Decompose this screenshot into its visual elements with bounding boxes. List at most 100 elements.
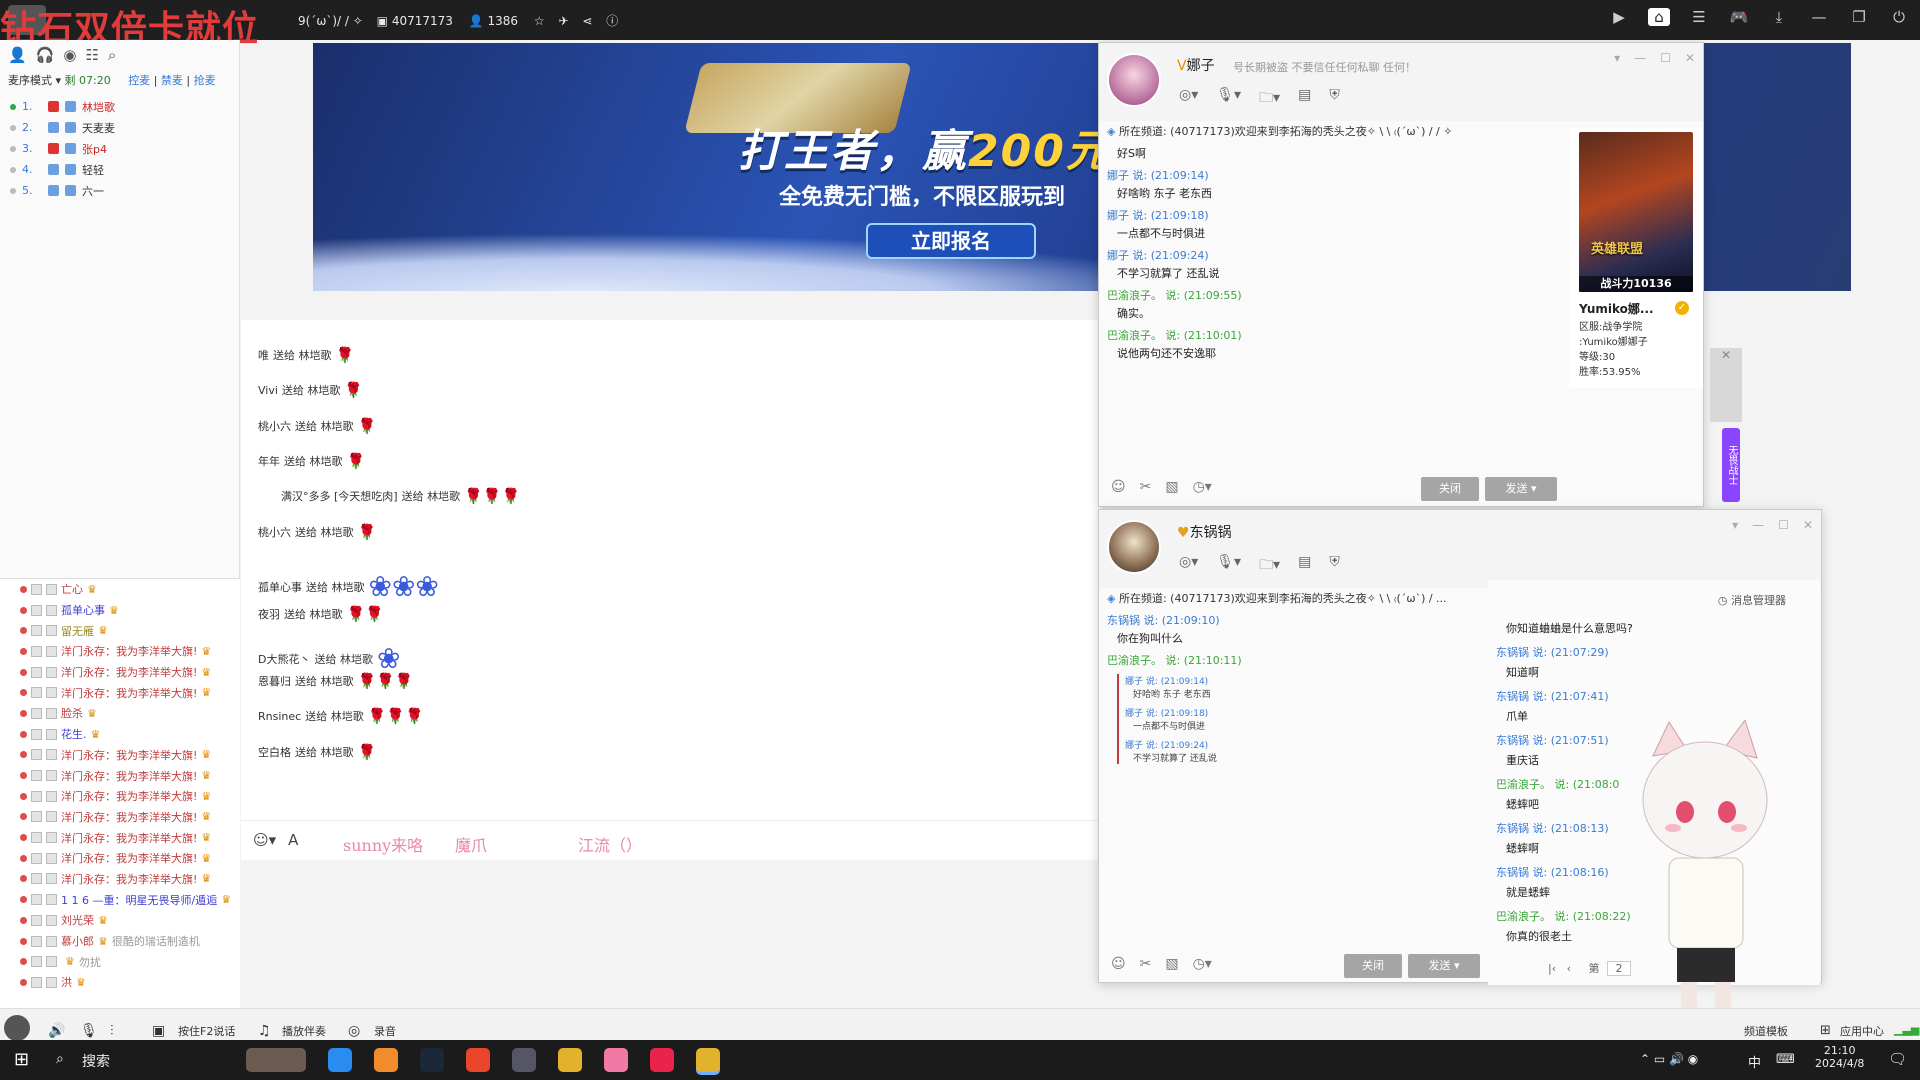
yy-app-icon[interactable] [696,1048,720,1072]
camera-icon[interactable]: ◎▾ [1179,87,1198,111]
search-icon[interactable]: ⌕ [108,46,116,64]
game-card[interactable]: 英雄联盟 战斗力10136 Yumiko娜... ✓ 区服:战争学院 :Yumi… [1569,128,1703,388]
quick-tag-3[interactable]: 江流（） [578,832,642,856]
clock-icon[interactable]: ◷▾ [1193,956,1212,972]
queue-item[interactable]: 5. 六一 [10,180,229,201]
minimize-icon[interactable]: — [1808,8,1830,26]
user-row[interactable]: 1 1 6 —重：明星无畏导师/遁逅 ♛ [0,889,240,910]
user-row[interactable]: 洋门永存：我为李洋举大旗! ♛ [0,745,240,766]
location-icon[interactable]: ◉ [63,46,76,64]
taskbar-search-icon[interactable]: ⌕ [56,1051,64,1067]
keyboard-icon[interactable]: ⌨ [1776,1052,1795,1067]
mic-icon[interactable]: 🎙▾ [1216,554,1241,578]
close-icon[interactable]: ✕ [1685,51,1695,65]
queue-item[interactable]: 1. 林垲歌 [10,96,229,117]
netease-music-icon[interactable] [650,1048,674,1072]
ban-mic-link[interactable]: 禁麦 [161,74,183,87]
user-row[interactable]: 花生. ♛ [0,724,240,745]
headset-icon[interactable]: 🎧 [36,46,55,64]
user-row[interactable]: 刘光荣 ♛ [0,910,240,931]
grab-mic-link[interactable]: 抢麦 [194,74,216,87]
user-row[interactable]: 洋门永存：我为李洋举大旗! ♛ [0,807,240,828]
close-button[interactable]: 关闭 [1344,954,1402,978]
history-header[interactable]: ◷ 消息管理器 [1718,592,1786,608]
send-button[interactable]: 发送 ▾ [1408,954,1480,978]
restore-icon[interactable]: ❐ [1848,8,1870,26]
files-app-icon[interactable] [374,1048,398,1072]
chrome-app-icon[interactable] [466,1048,490,1072]
user-row[interactable]: 洋门永存：我为李洋举大旗! ♛ [0,827,240,848]
card-icon[interactable]: ▤ [1298,87,1311,111]
steam-app-icon[interactable] [420,1048,444,1072]
maximize-icon[interactable]: ☐ [1778,518,1789,532]
minimize-icon[interactable]: — [1634,51,1646,65]
download-icon[interactable]: ⤓ [1768,8,1790,26]
avatar[interactable] [1107,53,1161,107]
user-row[interactable]: ♛ 勿扰 [0,951,240,972]
channel-template-button[interactable]: 频道模板 [1744,1023,1788,1039]
folder-icon[interactable]: 🗀▾ [1259,554,1280,578]
dropdown-icon[interactable]: ▾ [1614,51,1620,65]
user-row[interactable]: 洋门永存：我为李洋举大旗! ♛ [0,662,240,683]
mic-icon[interactable]: 🎙 [80,1023,98,1039]
tool-app-icon[interactable] [512,1048,536,1072]
queue-item[interactable]: 4. 轻轻 [10,159,229,180]
user-row[interactable]: 洪 ♛ [0,972,240,993]
user-row[interactable]: 洋门永存：我为李洋举大旗! ♛ [0,682,240,703]
scissors-icon[interactable]: ✂ [1140,956,1152,972]
emoji-icon[interactable]: ☺ [1111,956,1126,972]
mixer-icon[interactable]: ⫶ [110,1023,114,1039]
side-panel-tab[interactable]: ✕ [1710,348,1742,422]
user-row[interactable]: 孤单心事 ♛ [0,600,240,621]
send-button[interactable]: 发送 ▾ [1485,477,1557,501]
avatar[interactable] [1107,520,1161,574]
home-icon[interactable]: ⌂ [1648,8,1670,26]
card-icon[interactable]: ▤ [1298,554,1311,578]
windows-start-icon[interactable]: ⊞ [14,1049,29,1070]
side-badge[interactable]: 无畏战士 [1722,428,1740,502]
menu-icon[interactable]: ☰ [1688,8,1710,26]
clock-icon[interactable]: ◷▾ [1193,479,1212,495]
mic-icon[interactable]: 🎙▾ [1216,87,1241,111]
record-button[interactable]: 录音 [374,1023,396,1039]
dropdown-icon[interactable]: ▾ [1732,518,1738,532]
minimize-icon[interactable]: — [1752,518,1764,532]
maximize-icon[interactable]: ☐ [1660,51,1671,65]
shield-icon[interactable]: ⛨ [1329,554,1340,578]
plane-icon[interactable]: ✈ [558,14,568,28]
video-icon[interactable]: ▶ [1608,8,1630,26]
power-icon[interactable]: ⏻ [1888,8,1910,26]
close-icon[interactable]: ✕ [1710,348,1742,362]
speaker-icon[interactable]: 🔊 [48,1023,65,1039]
gamepad-icon[interactable]: 🎮 [1728,8,1750,26]
control-mic-link[interactable]: 控麦 [128,74,150,87]
first-page-icon[interactable]: |‹ [1548,962,1556,975]
user-row[interactable]: 洋门永存：我为李洋举大旗! ♛ [0,765,240,786]
quick-tag-2[interactable]: 魔爪 [455,832,487,856]
list-icon[interactable]: ☷ [85,46,98,64]
grid-icon[interactable]: ⊞ [1820,1023,1831,1038]
user-row[interactable]: 亡心 ♛ [0,579,240,600]
user-row[interactable]: 洋门永存：我为李洋举大旗! ♛ [0,869,240,890]
scissors-icon[interactable]: ✂ [1140,479,1152,495]
camera-icon[interactable]: ◎▾ [1179,554,1198,578]
folder-icon[interactable]: 🗀▾ [1259,87,1280,111]
prev-page-icon[interactable]: ‹ [1567,962,1571,975]
info-icon[interactable]: ⓘ [606,14,618,28]
app-center-button[interactable]: 应用中心 [1840,1023,1884,1039]
user-icon[interactable]: 👤 [8,46,27,64]
clock[interactable]: 21:10 2024/4/8 [1815,1044,1864,1070]
user-row[interactable]: 脸杀 ♛ [0,703,240,724]
close-button[interactable]: 关闭 [1421,477,1479,501]
pink-app-icon[interactable] [604,1048,628,1072]
user-row[interactable]: 慕小郎 ♛ 很酷的瑞话制造机 [0,931,240,952]
image-icon[interactable]: ▧ [1165,956,1178,972]
ime-indicator[interactable]: 中 [1748,1052,1761,1071]
taskbar-search[interactable]: 搜索 [82,1051,110,1071]
banner-signup-button[interactable]: 立即报名 [866,223,1036,259]
mic-mode-select[interactable]: 麦序模式 [8,74,52,87]
user-row[interactable]: 洋门永存：我为李洋举大旗! ♛ [0,848,240,869]
share-icon[interactable]: ⋖ [582,14,592,28]
close-icon[interactable]: ✕ [1803,518,1813,532]
user-row[interactable]: 洋门永存：我为李洋举大旗! ♛ [0,641,240,662]
